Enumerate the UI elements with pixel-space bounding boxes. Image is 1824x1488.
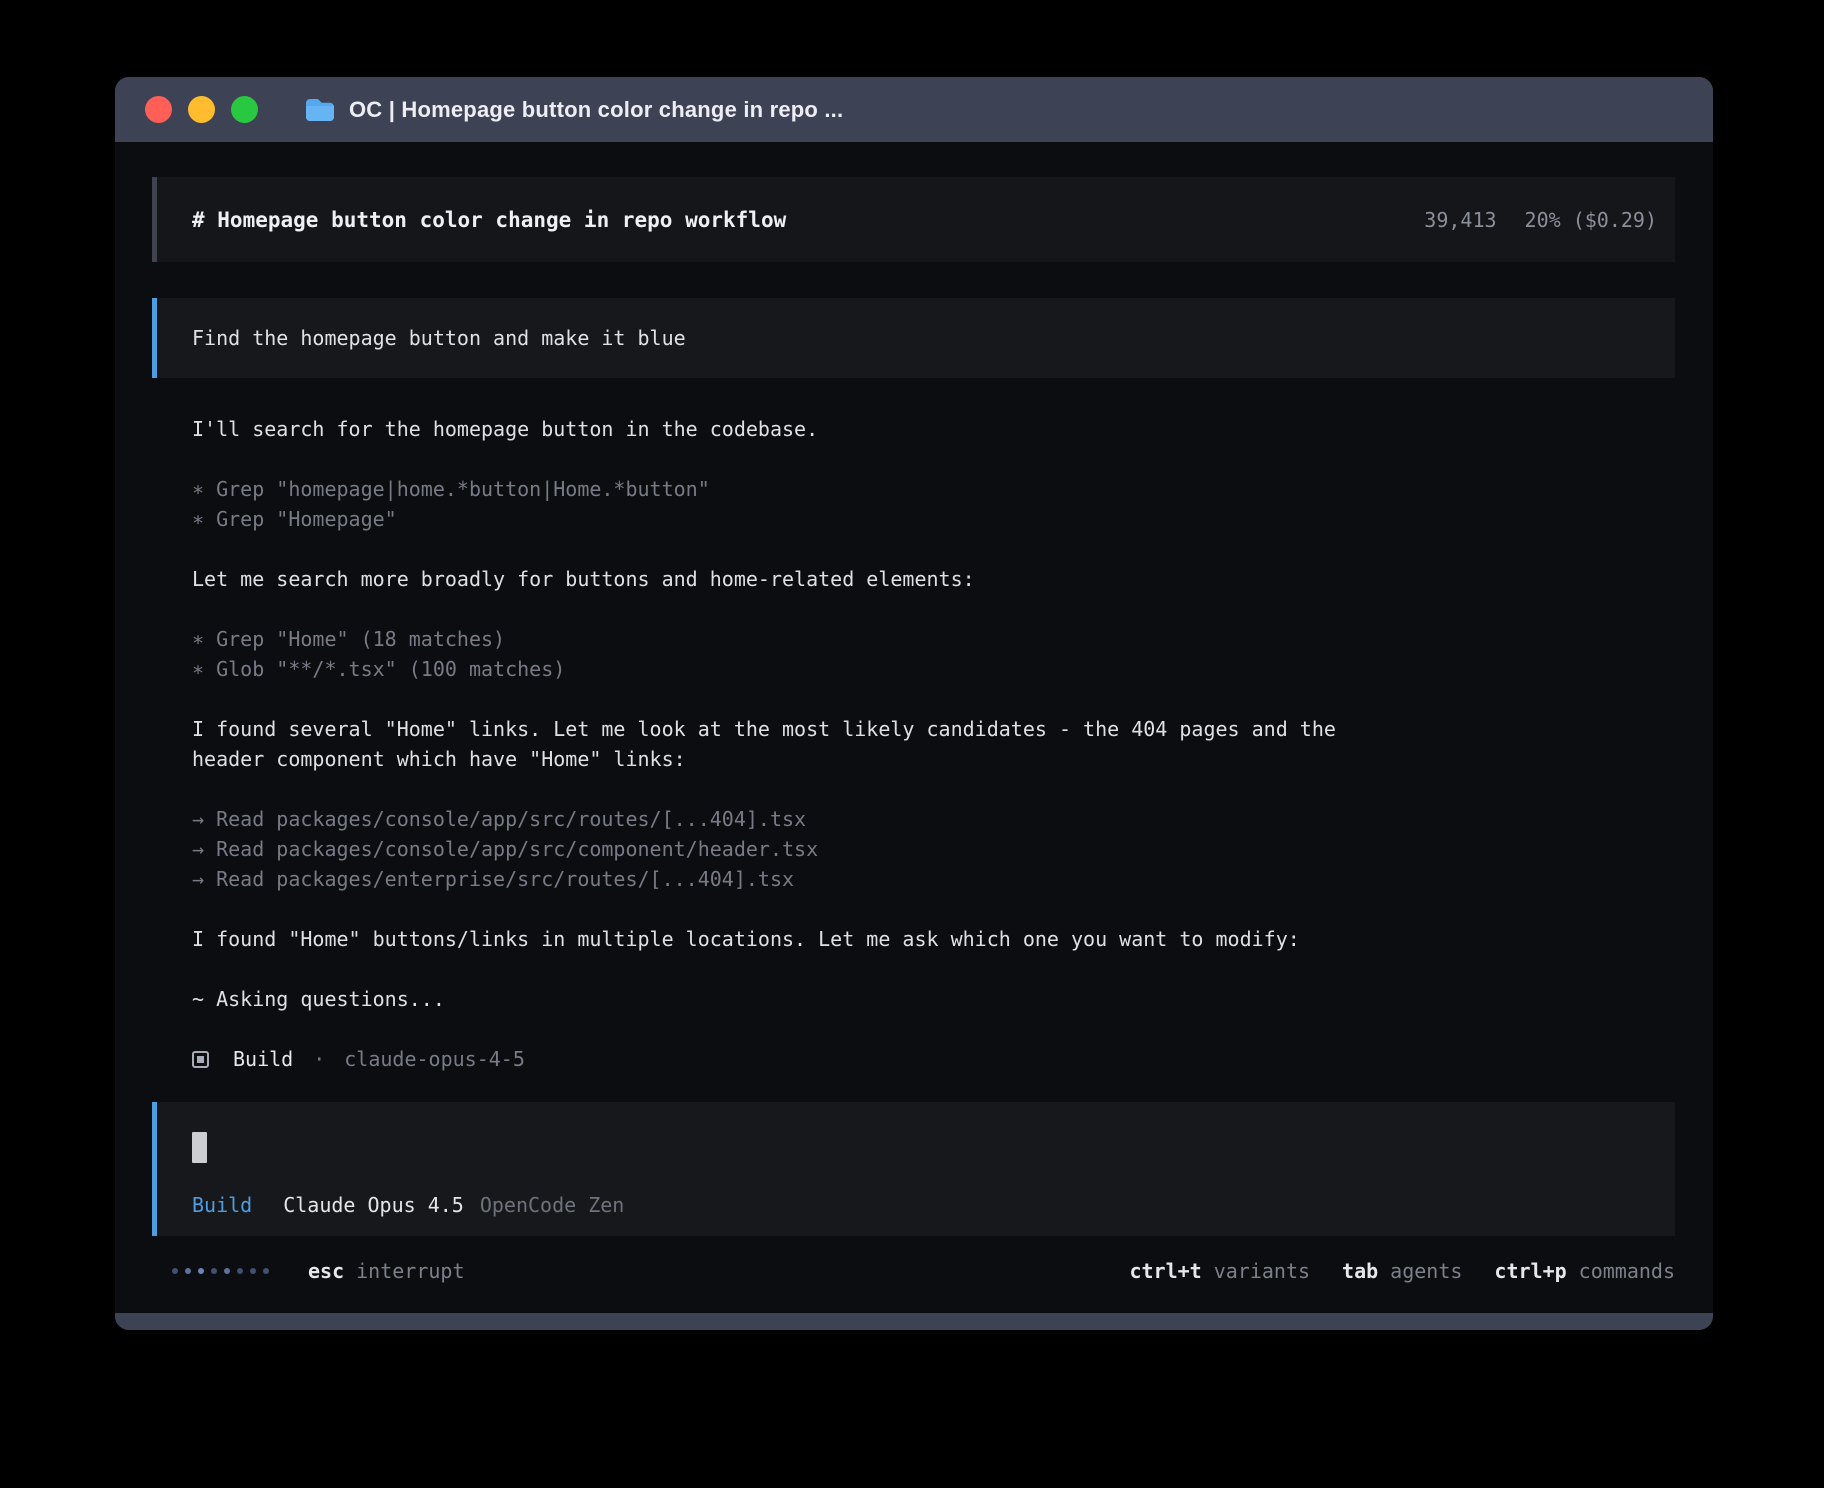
shortcut-key: ctrl+t [1129,1256,1201,1286]
shortcut-label: agents [1390,1256,1462,1286]
shortcut-label: variants [1214,1256,1310,1286]
session-title: # Homepage button color change in repo w… [192,205,786,235]
status-bar: esc interrupt ctrl+t variants tab agents… [172,1256,1675,1286]
user-message-text: Find the homepage button and make it blu… [192,323,686,353]
shortcut-key: ctrl+p [1494,1256,1566,1286]
folder-icon [304,97,336,123]
agent-icon [192,1051,209,1068]
status-shortcuts: ctrl+t variants tab agents ctrl+p comman… [1129,1256,1675,1286]
composer-model[interactable]: Claude Opus 4.5 [283,1190,464,1220]
window-bottom-edge [115,1313,1713,1330]
shortcut-commands: ctrl+p commands [1494,1256,1675,1286]
assistant-text: I'll search for the homepage button in t… [192,414,1669,444]
window-title: OC | Homepage button color change in rep… [349,97,843,123]
token-count: 39,413 [1424,205,1496,235]
shortcut-label: commands [1579,1256,1675,1286]
zoom-button[interactable] [231,96,258,123]
tool-call-grep: ∗ Grep "Home" (18 matches) [192,624,1669,654]
composer-mode[interactable]: Build [192,1190,252,1220]
window-titlebar: OC | Homepage button color change in rep… [115,77,1713,142]
window-title-group: OC | Homepage button color change in rep… [304,97,843,123]
agent-model: claude-opus-4-5 [344,1044,525,1074]
tool-call-read: → Read packages/console/app/src/routes/[… [192,804,1669,834]
terminal-content: # Homepage button color change in repo w… [115,142,1713,1313]
context-usage: 20% ($0.29) [1525,205,1657,235]
tool-call-read: → Read packages/console/app/src/componen… [192,834,1669,864]
session-stats: 39,413 20% ($0.29) [1424,205,1657,235]
terminal-window: OC | Homepage button color change in rep… [115,77,1713,1330]
composer-input[interactable]: Build Claude Opus 4.5 OpenCode Zen [152,1102,1675,1236]
interrupt-label: interrupt [356,1256,464,1286]
tool-call-read: → Read packages/enterprise/src/routes/[.… [192,864,1669,894]
session-header: # Homepage button color change in repo w… [152,177,1675,262]
shortcut-key: tab [1342,1256,1378,1286]
transcript: I'll search for the homepage button in t… [192,414,1669,1074]
shortcut-agents: tab agents [1342,1256,1462,1286]
agent-row: Build · claude-opus-4-5 [192,1044,1669,1074]
agent-name: Build [233,1044,293,1074]
interrupt-key: esc [308,1256,344,1286]
composer-meta: Build Claude Opus 4.5 OpenCode Zen [192,1190,1655,1220]
assistant-text: Let me search more broadly for buttons a… [192,564,1669,594]
text-cursor [192,1132,207,1163]
assistant-text: I found "Home" buttons/links in multiple… [192,924,1669,954]
composer-provider: OpenCode Zen [480,1190,625,1220]
tool-call-grep: ∗ Grep "Homepage" [192,504,1669,534]
minimize-button[interactable] [188,96,215,123]
shortcut-variants: ctrl+t variants [1129,1256,1310,1286]
assistant-text: I found several "Home" links. Let me loo… [192,714,1412,774]
tool-call-grep: ∗ Grep "homepage|home.*button|Home.*butt… [192,474,1669,504]
tool-call-glob: ∗ Glob "**/*.tsx" (100 matches) [192,654,1669,684]
traffic-lights [145,96,258,123]
close-button[interactable] [145,96,172,123]
spinner-dots [172,1268,269,1274]
agent-separator: · [313,1044,325,1074]
user-message: Find the homepage button and make it blu… [152,298,1675,378]
assistant-status-text: ~ Asking questions... [192,984,1669,1014]
status-left: esc interrupt [172,1256,465,1286]
